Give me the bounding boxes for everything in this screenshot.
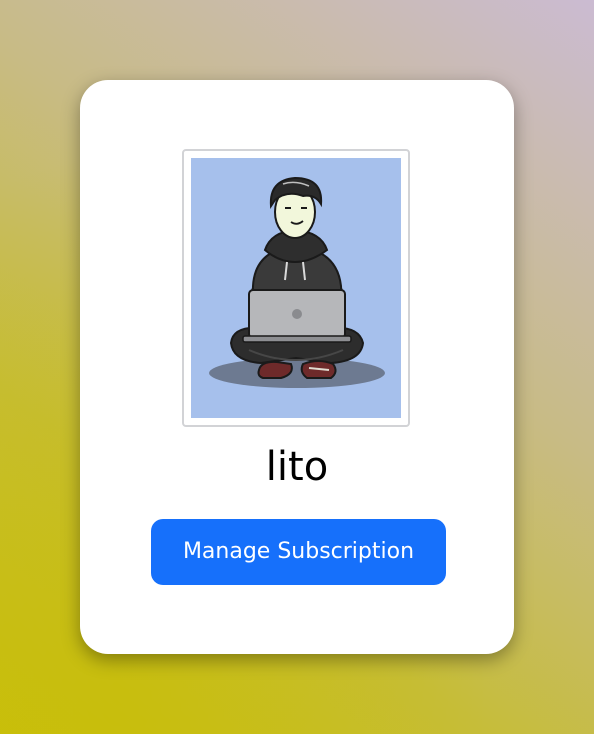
manage-subscription-button[interactable]: Manage Subscription: [151, 519, 446, 585]
avatar-illustration-icon: [191, 158, 401, 418]
username-label: lito: [265, 444, 329, 490]
avatar: [182, 149, 410, 427]
profile-card: lito Manage Subscription: [80, 80, 514, 654]
